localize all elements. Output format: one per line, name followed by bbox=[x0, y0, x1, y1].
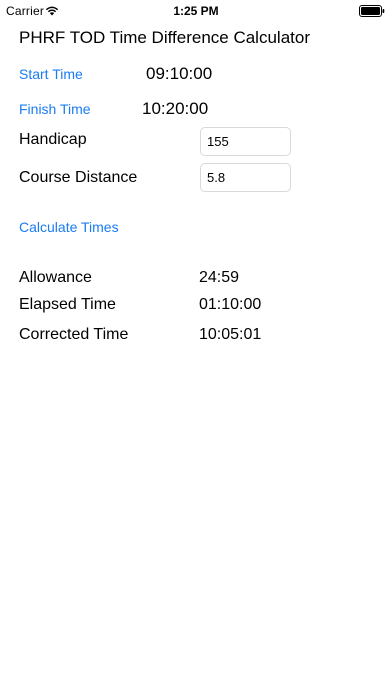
status-bar: Carrier 1:25 PM bbox=[0, 0, 392, 22]
allowance-label: Allowance bbox=[19, 269, 92, 286]
page-title: PHRF TOD Time Difference Calculator bbox=[19, 28, 310, 47]
corrected-time-label: Corrected Time bbox=[19, 326, 129, 343]
course-distance-field[interactable] bbox=[200, 163, 291, 192]
start-time-value: 09:10:00 bbox=[146, 64, 213, 83]
battery-full-icon bbox=[359, 5, 385, 17]
start-time-button[interactable]: Start Time bbox=[19, 66, 83, 82]
finish-time-button[interactable]: Finish Time bbox=[19, 101, 91, 117]
allowance-value: 24:59 bbox=[199, 269, 240, 286]
corrected-time-value: 10:05:01 bbox=[199, 326, 262, 343]
handicap-label: Handicap bbox=[19, 131, 87, 148]
handicap-field[interactable] bbox=[200, 127, 291, 156]
course-distance-label: Course Distance bbox=[19, 169, 138, 186]
elapsed-time-value: 01:10:00 bbox=[199, 296, 262, 313]
calculate-times-button[interactable]: Calculate Times bbox=[19, 219, 119, 235]
status-time: 1:25 PM bbox=[173, 4, 219, 18]
finish-time-value: 10:20:00 bbox=[142, 99, 209, 118]
elapsed-time-label: Elapsed Time bbox=[19, 296, 116, 313]
